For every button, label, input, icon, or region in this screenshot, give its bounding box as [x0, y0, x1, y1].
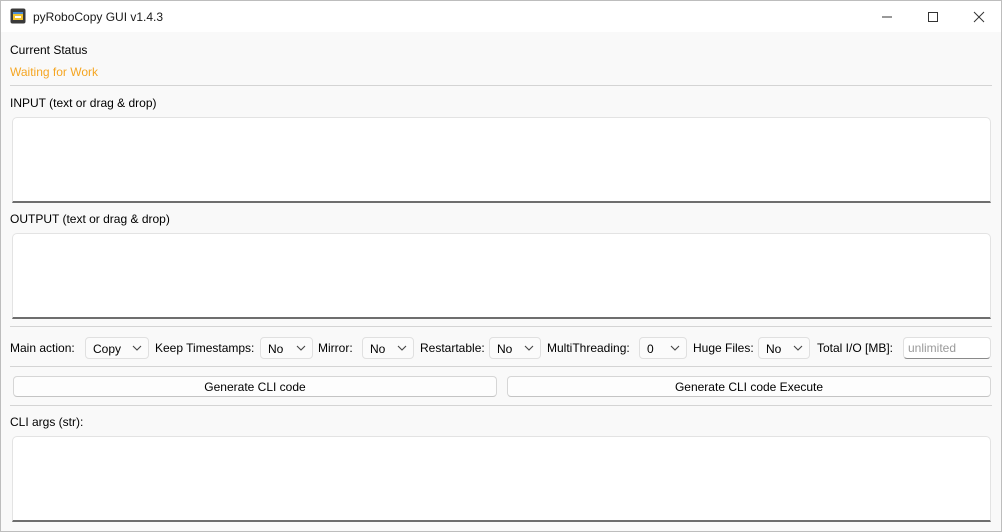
status-value: Waiting for Work	[10, 65, 99, 79]
chevron-down-icon	[670, 345, 680, 351]
separator	[10, 366, 992, 367]
restartable-select[interactable]: No	[489, 337, 541, 359]
total-io-input[interactable]	[903, 337, 991, 359]
mirror-label: Mirror:	[318, 341, 353, 355]
chevron-down-icon	[397, 345, 407, 351]
input-label: INPUT (text or drag & drop)	[10, 96, 157, 110]
chevron-down-icon	[132, 345, 142, 351]
multithreading-select[interactable]: 0	[639, 337, 687, 359]
keep-timestamps-select[interactable]: No	[260, 337, 313, 359]
minimize-icon	[882, 16, 892, 17]
main-action-value: Copy	[93, 342, 122, 356]
multithreading-value: 0	[647, 342, 654, 356]
huge-files-label: Huge Files:	[693, 341, 754, 355]
close-icon	[973, 11, 985, 22]
cli-args-label: CLI args (str):	[10, 415, 84, 429]
restartable-value: No	[497, 342, 513, 356]
chevron-down-icon	[524, 345, 534, 351]
main-action-select[interactable]: Copy	[85, 337, 149, 359]
title-bar[interactable]: pyRoboCopy GUI v1.4.3	[1, 1, 1001, 32]
chevron-down-icon	[296, 345, 306, 351]
separator	[10, 326, 992, 327]
main-action-label: Main action:	[10, 341, 75, 355]
cli-args-textbox[interactable]	[12, 436, 991, 522]
minimize-button[interactable]	[864, 1, 910, 32]
keep-timestamps-value: No	[268, 342, 284, 356]
window-title: pyRoboCopy GUI v1.4.3	[33, 10, 164, 24]
restartable-label: Restartable:	[420, 341, 485, 355]
output-textbox[interactable]	[12, 233, 991, 319]
app-window: pyRoboCopy GUI v1.4.3 Current Status Wai…	[0, 0, 1002, 532]
close-button[interactable]	[956, 1, 1002, 32]
generate-execute-button[interactable]: Generate CLI code Execute	[507, 376, 991, 397]
app-icon	[10, 8, 26, 24]
input-textbox[interactable]	[12, 117, 991, 203]
maximize-button[interactable]	[910, 1, 956, 32]
total-io-label: Total I/O [MB]:	[817, 341, 894, 355]
mirror-value: No	[370, 342, 386, 356]
separator	[10, 405, 992, 406]
generate-cli-button[interactable]: Generate CLI code	[13, 376, 497, 397]
chevron-down-icon	[793, 345, 803, 351]
multithreading-label: MultiThreading:	[547, 341, 630, 355]
output-label: OUTPUT (text or drag & drop)	[10, 212, 170, 226]
status-label: Current Status	[10, 43, 88, 57]
keep-timestamps-label: Keep Timestamps:	[155, 341, 255, 355]
mirror-select[interactable]: No	[362, 337, 414, 359]
huge-files-select[interactable]: No	[758, 337, 810, 359]
huge-files-value: No	[766, 342, 782, 356]
separator	[10, 85, 992, 86]
maximize-icon	[928, 11, 938, 22]
